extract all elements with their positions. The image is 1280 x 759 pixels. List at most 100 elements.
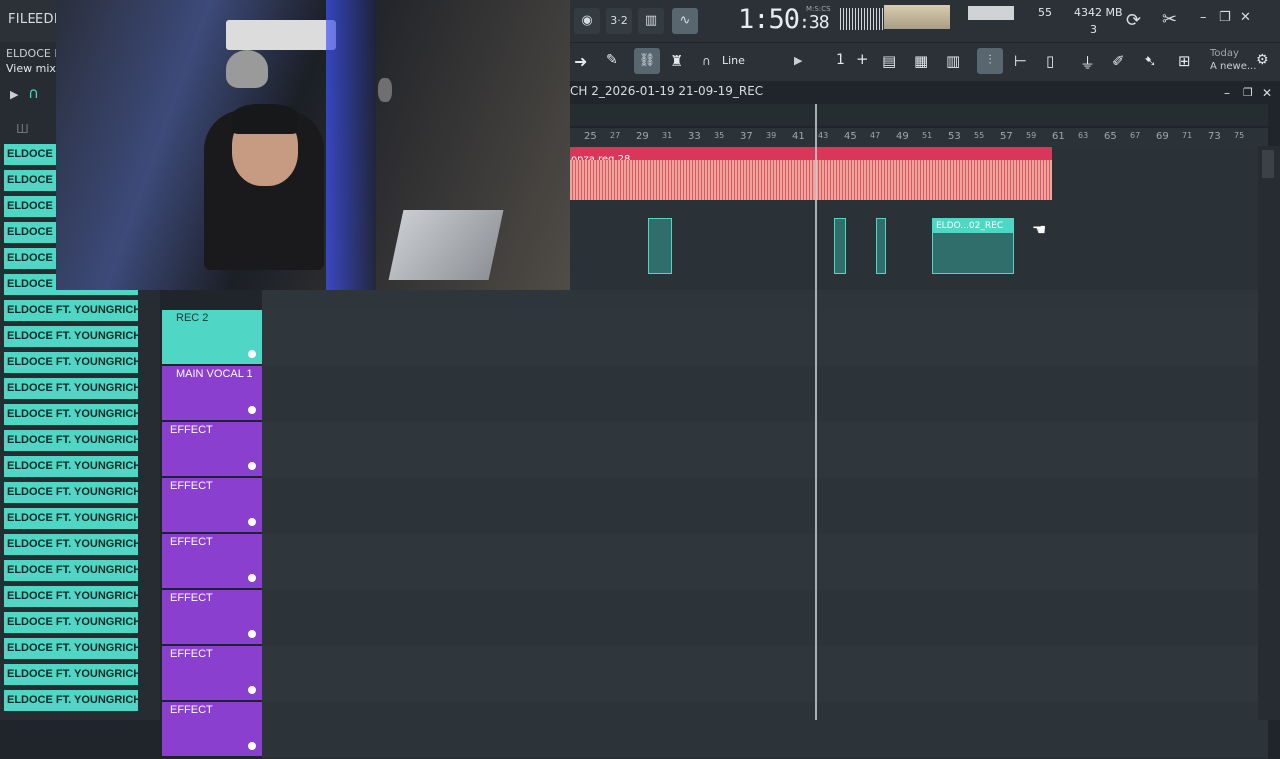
ruler-tick: 67: [1130, 131, 1141, 140]
tool-icon-3[interactable]: ▥: [946, 52, 960, 70]
rec-clip-small[interactable]: [834, 218, 846, 274]
browser-item[interactable]: ELDOCE FT. YOUNGRICH 2...: [4, 300, 138, 321]
vertical-scrollbar[interactable]: [1258, 146, 1280, 720]
wave-mode-icon[interactable]: ∿: [672, 8, 698, 34]
file-icon[interactable]: ▯: [1046, 52, 1054, 70]
track-row[interactable]: [262, 366, 1268, 423]
browser-arrow-icon[interactable]: ▶: [10, 88, 18, 101]
plugin-icon[interactable]: ⏚: [1080, 52, 1095, 73]
news-text[interactable]: A newe...: [1210, 61, 1256, 72]
browser-item[interactable]: ELDOCE FT. YOUNGRICH 2...: [4, 352, 138, 373]
tool-icon-2[interactable]: ▦: [914, 52, 928, 70]
mixer-meter: [884, 5, 950, 29]
play-small-icon[interactable]: ▶: [794, 54, 802, 67]
clock-format-label: M:S:CS: [806, 5, 831, 13]
magnet-icon[interactable]: ∩: [702, 54, 711, 68]
playlist-minimize-icon[interactable]: –: [1224, 86, 1230, 100]
track-led[interactable]: [248, 686, 256, 694]
pattern-icon[interactable]: ▥: [638, 8, 664, 34]
ruler-tick: 75: [1234, 131, 1245, 140]
audio-clip-waveform[interactable]: [570, 160, 1052, 200]
track-led[interactable]: [248, 462, 256, 470]
stamp-icon[interactable]: ♜: [670, 52, 683, 70]
track-led[interactable]: [248, 518, 256, 526]
rec-clip-small[interactable]: [648, 218, 672, 274]
track-row[interactable]: [262, 310, 1268, 367]
track-row[interactable]: [262, 422, 1268, 479]
arrow-right-icon[interactable]: ➜: [574, 52, 587, 71]
track-row[interactable]: [262, 534, 1268, 591]
track-header[interactable]: EFFECT: [162, 422, 262, 476]
browser-item[interactable]: ELDOCE FT. YOUNGRICH 2...: [4, 326, 138, 347]
browser-item[interactable]: ELDOCE FT. YOUNGRICH 2...: [4, 560, 138, 581]
track-name: REC 2: [176, 312, 209, 324]
ruler-tick: 35: [714, 131, 725, 140]
track-row[interactable]: [262, 590, 1268, 647]
plus-icon[interactable]: +: [856, 50, 869, 68]
menu-file[interactable]: FILE: [8, 12, 36, 27]
settings-icon[interactable]: ⚙: [1256, 52, 1269, 68]
track-led[interactable]: [248, 406, 256, 414]
track-row[interactable]: [262, 646, 1268, 703]
mixer-icon[interactable]: ⫶: [977, 48, 1003, 74]
track-name: EFFECT: [170, 648, 213, 660]
browser-item[interactable]: ELDOCE FT. YOUNGRICH 2...: [4, 638, 138, 659]
ruler-tick: 27: [610, 131, 621, 140]
ruler-tick: 63: [1078, 131, 1089, 140]
rec-clip[interactable]: ELDO...02_REC: [932, 218, 1014, 274]
track-header[interactable]: EFFECT: [162, 534, 262, 588]
link-icon[interactable]: ⛓: [634, 48, 660, 74]
browser-item[interactable]: ELDOCE FT. YOUNGRICH 2...: [4, 404, 138, 425]
piano-icon[interactable]: Ш: [16, 122, 29, 136]
restore-icon[interactable]: ❐: [1219, 10, 1231, 25]
track-led[interactable]: [248, 574, 256, 582]
rec-clip-small[interactable]: [876, 218, 886, 274]
track-led[interactable]: [248, 742, 256, 750]
track-row[interactable]: [262, 478, 1268, 535]
browser-item[interactable]: ELDOCE FT. YOUNGRICH 2...: [4, 612, 138, 633]
track-row[interactable]: [262, 702, 1268, 759]
audio-clip-header[interactable]: onza reg 28: [570, 147, 1052, 165]
step-value[interactable]: 1: [836, 52, 845, 68]
track-header[interactable]: EFFECT: [162, 590, 262, 644]
minimize-icon[interactable]: –: [1200, 10, 1207, 25]
cart-icon[interactable]: ⊞: [1178, 52, 1191, 70]
playlist-restore-icon[interactable]: ❐: [1243, 86, 1253, 99]
scroll-thumb[interactable]: [1262, 150, 1274, 178]
close-icon[interactable]: ✕: [1240, 10, 1251, 25]
brush-icon[interactable]: ✎: [606, 52, 618, 68]
browser-item[interactable]: ELDOCE FT. YOUNGRICH 2...: [4, 534, 138, 555]
track-led[interactable]: [248, 350, 256, 358]
tempo-button[interactable]: 3·2: [606, 8, 632, 34]
track-header[interactable]: MAIN VOCAL 1: [162, 366, 262, 420]
browser-item[interactable]: ELDOCE FT. YOUNGRICH 2...: [4, 482, 138, 503]
browser-item[interactable]: ELDOCE FT. YOUNGRICH 2...: [4, 456, 138, 477]
browser-item[interactable]: ELDOCE FT. YOUNGRICH 2...: [4, 690, 138, 711]
playhead[interactable]: [815, 104, 817, 720]
browser-item[interactable]: ELDOCE FT. YOUNGRICH 2...: [4, 430, 138, 451]
track-header[interactable]: REC 2: [162, 310, 262, 364]
headphones-icon[interactable]: ∩: [28, 84, 39, 102]
track-header[interactable]: EFFECT: [162, 646, 262, 700]
track-header[interactable]: EFFECT: [162, 702, 262, 756]
browser-item[interactable]: ELDOCE FT. YOUNGRICH 2...: [4, 378, 138, 399]
browser-item[interactable]: ELDOCE FT. YOUNGRICH 2...: [4, 586, 138, 607]
browser-item[interactable]: ELDOCE FT. YOUNGRICH 2...: [4, 508, 138, 529]
air-conditioner: [226, 20, 336, 50]
rec-clip-name: ELDO...02_REC: [933, 219, 1013, 233]
menu-edit[interactable]: EDI: [35, 12, 58, 27]
track-header[interactable]: EFFECT: [162, 478, 262, 532]
track-led[interactable]: [248, 630, 256, 638]
reset-icon[interactable]: ⟳: [1126, 10, 1141, 31]
playlist-close-icon[interactable]: ✕: [1262, 86, 1272, 100]
tool-icon-1[interactable]: ▤: [882, 52, 896, 70]
cut-icon[interactable]: ✂: [1162, 9, 1177, 30]
browser-item[interactable]: ELDOCE FT. YOUNGRICH 2...: [4, 664, 138, 685]
ruler-tick: 47: [870, 131, 881, 140]
snap-mode-select[interactable]: Line: [722, 54, 745, 67]
edit-icon[interactable]: ✐: [1112, 52, 1125, 70]
tree-icon[interactable]: ⊢: [1014, 52, 1027, 70]
record-mode-icon[interactable]: ◉: [574, 8, 600, 34]
export-icon[interactable]: ➷: [1144, 52, 1157, 70]
overview-strip[interactable]: [570, 104, 1268, 126]
